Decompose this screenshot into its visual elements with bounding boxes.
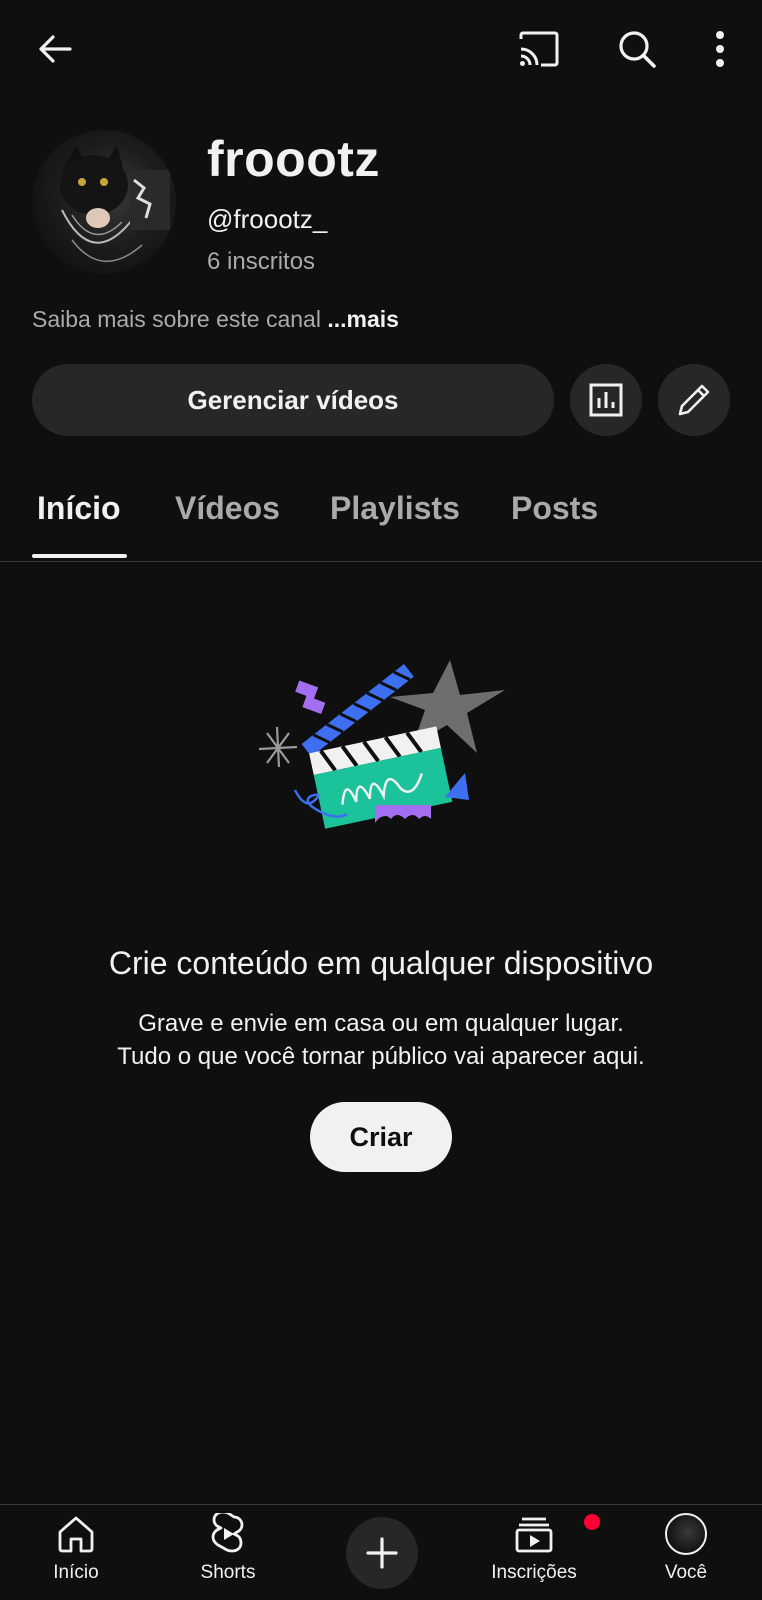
nav-home-label: Início — [53, 1562, 99, 1583]
analytics-icon — [589, 383, 623, 417]
shorts-icon — [206, 1512, 250, 1556]
tabs-divider — [0, 561, 762, 562]
you-avatar-wrap — [664, 1512, 708, 1556]
search-icon — [616, 28, 658, 70]
nav-create-button[interactable] — [346, 1517, 418, 1589]
tab-inicio[interactable]: Início — [37, 490, 121, 527]
subscriber-count: 6 inscritos — [207, 248, 316, 275]
tab-playlists[interactable]: Playlists — [330, 490, 460, 527]
edit-channel-button[interactable] — [658, 364, 730, 436]
about-text: Saiba mais sobre este canal — [32, 306, 321, 332]
nav-shorts-label: Shorts — [200, 1562, 256, 1583]
arrow-left-icon — [35, 29, 75, 69]
nav-subscriptions-label: Inscrições — [491, 1562, 577, 1583]
clapperboard-illustration — [255, 655, 515, 855]
home-icon — [54, 1512, 98, 1556]
empty-state-line-2: Tudo o que você tornar público vai apare… — [117, 1043, 645, 1070]
nav-shorts[interactable]: Shorts — [168, 1512, 288, 1592]
plus-icon — [364, 1535, 400, 1571]
bottom-nav-divider — [0, 1504, 762, 1505]
pencil-icon — [676, 382, 712, 418]
you-avatar — [665, 1513, 707, 1555]
selected-tab-indicator — [32, 554, 127, 558]
nav-subscriptions[interactable]: Inscrições — [474, 1512, 602, 1592]
empty-state-line-1: Grave e envie em casa ou em qualquer lug… — [138, 1010, 624, 1037]
channel-about-link[interactable]: Saiba mais sobre este canal ...mais — [32, 306, 399, 333]
manage-videos-button[interactable]: Gerenciar vídeos — [32, 364, 554, 436]
search-button[interactable] — [612, 24, 662, 74]
tab-posts[interactable]: Posts — [511, 490, 598, 527]
empty-state-description: Grave e envie em casa ou em qualquer lug… — [0, 1007, 762, 1073]
channel-handle: @froootz_ — [207, 204, 328, 234]
nav-you[interactable]: Você — [626, 1512, 746, 1592]
nav-home[interactable]: Início — [16, 1512, 136, 1592]
more-vert-icon — [714, 29, 726, 69]
cast-button[interactable] — [513, 24, 565, 74]
nav-you-label: Você — [664, 1562, 708, 1583]
notification-dot — [582, 1512, 602, 1532]
channel-avatar[interactable] — [32, 130, 176, 274]
empty-state-title: Crie conteúdo em qualquer dispositivo — [108, 945, 654, 981]
tab-videos[interactable]: Vídeos — [175, 490, 280, 527]
create-button[interactable]: Criar — [310, 1102, 452, 1172]
about-more-link[interactable]: ...mais — [327, 306, 399, 332]
cast-icon — [517, 29, 561, 69]
analytics-button[interactable] — [570, 364, 642, 436]
back-button[interactable] — [30, 24, 80, 74]
subscriptions-icon — [512, 1512, 602, 1556]
channel-name: froootz — [207, 131, 380, 187]
more-options-button[interactable] — [700, 24, 740, 74]
